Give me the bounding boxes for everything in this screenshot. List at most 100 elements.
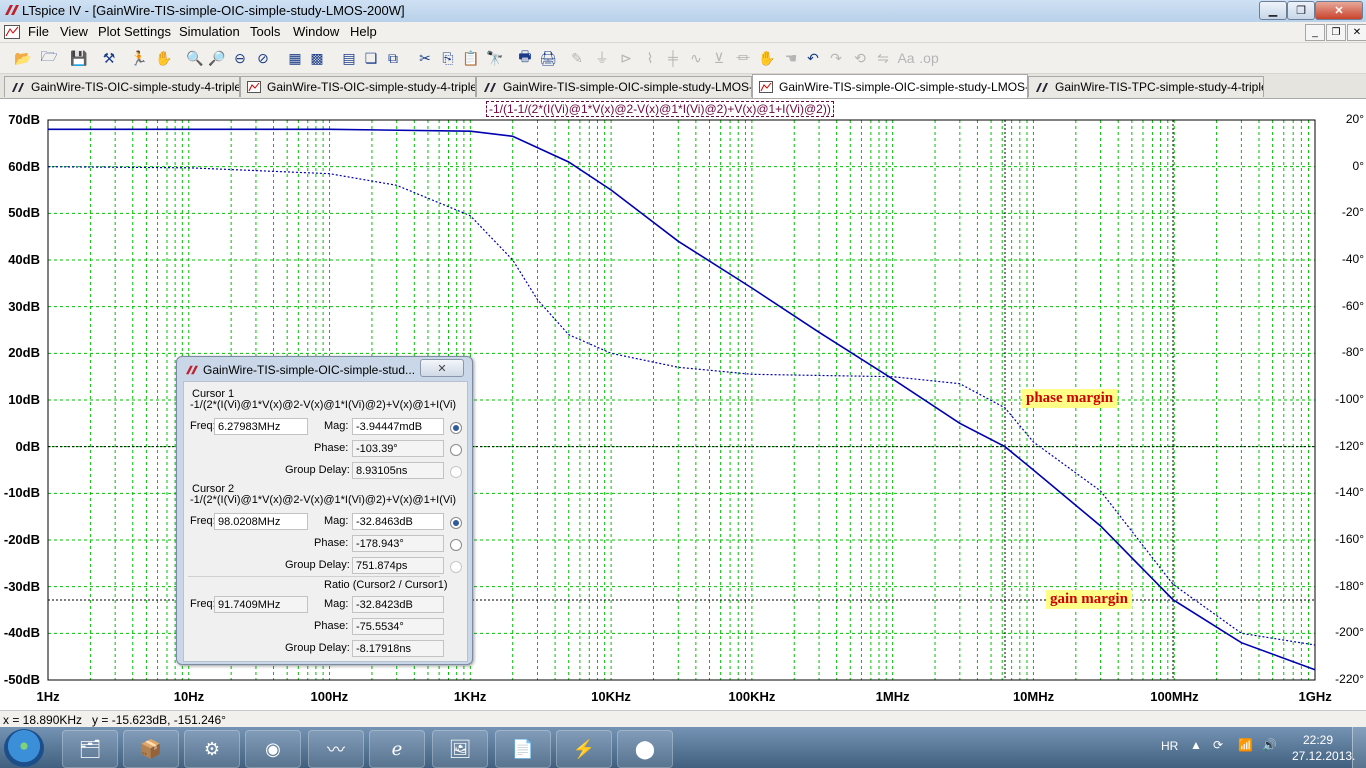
internet-explorer-icon[interactable]: ℯ <box>369 730 425 768</box>
mdi-restore-button[interactable]: ❐ <box>1326 24 1346 41</box>
minimize-button[interactable]: ▁ <box>1259 1 1287 20</box>
zoom-out-icon[interactable]: ⊖ <box>231 49 249 67</box>
dialog-close-button[interactable]: ✕ <box>420 359 464 377</box>
run-icon[interactable]: 🏃 <box>130 49 148 67</box>
halt-icon[interactable]: ✋ <box>155 49 173 67</box>
autorange-icon[interactable]: ▦ <box>286 49 304 67</box>
menu-window[interactable]: Window <box>293 24 339 39</box>
x-tick-label[interactable]: 10Hz <box>174 689 204 704</box>
undo-icon[interactable]: ↶ <box>804 49 822 67</box>
installer-icon[interactable]: 📦 <box>123 730 179 768</box>
x-tick-label[interactable]: 10KHz <box>591 689 631 704</box>
phase-tick-label[interactable]: 20° <box>1332 112 1364 126</box>
clock-date[interactable]: 27.12.2013. <box>1292 749 1355 763</box>
tool-icon[interactable]: ⚙ <box>184 730 240 768</box>
cursor1-freq[interactable]: 6.27983MHz <box>214 418 308 435</box>
phase-tick-label[interactable]: -80° <box>1332 345 1364 359</box>
y-tick-label[interactable]: 10dB <box>0 392 40 407</box>
menu-tools[interactable]: Tools <box>250 24 280 39</box>
save-icon[interactable]: 💾 <box>70 49 88 67</box>
zoom-in-icon[interactable]: 🔍 <box>186 49 204 67</box>
close-all-icon[interactable]: ⧉ <box>384 49 402 67</box>
explorer-icon[interactable]: 🗂 <box>62 730 118 768</box>
network-icon[interactable]: 📶 <box>1238 738 1253 752</box>
pdf-reader-icon[interactable]: 📄 <box>495 730 551 768</box>
y-tick-label[interactable]: -50dB <box>0 672 40 687</box>
phase-tick-label[interactable]: -140° <box>1332 485 1364 499</box>
y-tick-label[interactable]: -10dB <box>0 485 40 500</box>
menu-file[interactable]: File <box>28 24 49 39</box>
zoom-cancel-icon[interactable]: ⊘ <box>254 49 272 67</box>
cursor2-mag-radio[interactable] <box>450 517 462 529</box>
y-tick-label[interactable]: 30dB <box>0 299 40 314</box>
folder-window-icon[interactable]: 🖼 <box>432 730 488 768</box>
y-tick-label[interactable]: 70dB <box>0 112 40 127</box>
x-tick-label[interactable]: 1Hz <box>37 689 60 704</box>
start-button[interactable] <box>4 729 44 767</box>
mdi-minimize-button[interactable]: _ <box>1305 24 1325 41</box>
phase-tick-label[interactable]: -60° <box>1332 299 1364 313</box>
mdi-close-button[interactable]: ✕ <box>1347 24 1366 41</box>
cascade-icon[interactable]: ❏ <box>362 49 380 67</box>
app-green-icon[interactable]: ⬤ <box>617 730 673 768</box>
cursor2-mag[interactable]: -32.8463dB <box>352 513 444 530</box>
phase-tick-label[interactable]: 0° <box>1332 159 1364 173</box>
cut-icon[interactable]: ✂ <box>416 49 434 67</box>
antivirus-icon[interactable]: ◉ <box>245 730 301 768</box>
sync-icon[interactable]: ⟳ <box>1213 738 1223 752</box>
cursor2-freq[interactable]: 98.0208MHz <box>214 513 308 530</box>
y-tick-label[interactable]: -40dB <box>0 625 40 640</box>
copy-icon[interactable]: ⎘ <box>439 49 457 67</box>
show-desktop-button[interactable] <box>1352 727 1366 768</box>
x-tick-label[interactable]: 1KHz <box>454 689 487 704</box>
y-tick-label[interactable]: 60dB <box>0 159 40 174</box>
y-tick-label[interactable]: 20dB <box>0 345 40 360</box>
phase-tick-label[interactable]: -160° <box>1332 532 1364 546</box>
print-icon[interactable]: 🖨 <box>539 49 557 67</box>
tab-waveform-active[interactable]: GainWire-TIS-simple-OIC-simple-study-LMO… <box>752 74 1028 98</box>
tab-schematic-3[interactable]: GainWire-TIS-TPC-simple-study-4-tripleOP… <box>1028 76 1264 97</box>
y-tick-label[interactable]: 40dB <box>0 252 40 267</box>
cursor-dialog[interactable]: GainWire-TIS-simple-OIC-simple-stud... ✕… <box>176 356 473 665</box>
y-tick-label[interactable]: 0dB <box>0 439 40 454</box>
open-icon[interactable]: 📂 <box>14 49 32 67</box>
trace-expression[interactable]: -1/(1-1/(2*(I(Vi)@1*V(x)@2-V(x)@1*I(Vi)@… <box>486 101 834 117</box>
menu-simulation[interactable]: Simulation <box>179 24 240 39</box>
cursor1-phase-radio[interactable] <box>450 444 462 456</box>
paste-icon[interactable]: 📋 <box>462 49 480 67</box>
scale-icon[interactable]: ▩ <box>308 49 326 67</box>
close-button[interactable]: ✕ <box>1315 1 1363 20</box>
print-preview-icon[interactable]: 🖶 <box>516 48 534 67</box>
menu-view[interactable]: View <box>60 24 88 39</box>
phase-tick-label[interactable]: -220° <box>1332 672 1364 686</box>
waveform-icon[interactable] <box>4 25 20 39</box>
tab-waveform-1[interactable]: GainWire-TIS-OIC-simple-study-4-tripleOP… <box>240 76 476 97</box>
oscilloscope-icon[interactable]: 〰 <box>308 730 364 768</box>
x-tick-label[interactable]: 1GHz <box>1299 689 1332 704</box>
x-tick-label[interactable]: 100Hz <box>311 689 349 704</box>
clock-time[interactable]: 22:29 <box>1303 733 1333 747</box>
zoom-area-icon[interactable]: 🔎 <box>208 49 226 67</box>
language-indicator[interactable]: HR <box>1161 739 1178 753</box>
menu-help[interactable]: Help <box>350 24 377 39</box>
maximize-button[interactable]: ❐ <box>1287 1 1315 20</box>
ltspice-task-icon[interactable]: ⚡ <box>556 730 612 768</box>
phase-tick-label[interactable]: -120° <box>1332 439 1364 453</box>
phase-tick-label[interactable]: -40° <box>1332 252 1364 266</box>
find-icon[interactable]: 🔭 <box>486 49 504 67</box>
tab-schematic-2[interactable]: GainWire-TIS-simple-OIC-simple-study-LMO… <box>476 76 752 97</box>
y-tick-label[interactable]: -20dB <box>0 532 40 547</box>
phase-tick-label[interactable]: -200° <box>1332 625 1364 639</box>
x-tick-label[interactable]: 1MHz <box>876 689 910 704</box>
x-tick-label[interactable]: 100KHz <box>728 689 775 704</box>
y-tick-label[interactable]: -30dB <box>0 579 40 594</box>
tile-icon[interactable]: ▤ <box>340 49 358 67</box>
tab-schematic-1[interactable]: GainWire-TIS-OIC-simple-study-4-tripleOP… <box>4 76 240 97</box>
cursor1-mag-radio[interactable] <box>450 422 462 434</box>
control-panel-icon[interactable]: ⚒ <box>100 49 118 67</box>
phase-tick-label[interactable]: -180° <box>1332 579 1364 593</box>
tray-expand-icon[interactable]: ▲ <box>1190 738 1202 752</box>
phase-tick-label[interactable]: -20° <box>1332 205 1364 219</box>
phase-tick-label[interactable]: -100° <box>1332 392 1364 406</box>
cursor2-phase-radio[interactable] <box>450 539 462 551</box>
